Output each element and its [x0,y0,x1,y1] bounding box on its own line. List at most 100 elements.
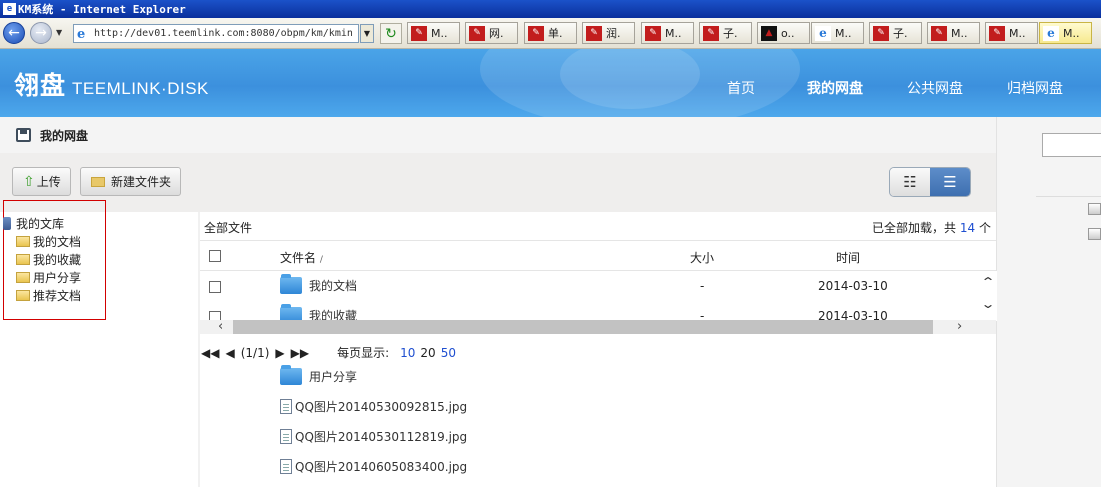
overflow-row[interactable]: QQ图片20140530112819.jpg [200,422,996,452]
column-time[interactable]: 时间 [836,249,860,266]
side-toggle-icon[interactable] [1088,228,1101,240]
table-row[interactable]: 我的收藏 - 2014-03-10 [200,301,996,320]
browser-tab-label: M.. [951,26,968,40]
scroll-left-icon[interactable]: ‹ [218,319,223,334]
folder-icon [280,274,302,294]
browser-tab[interactable]: ✎ 润. [582,22,635,44]
file-name: QQ图片20140605083400.jpg [295,460,468,474]
page-size-option-selected[interactable]: 20 [420,346,435,360]
tree-item-my-docs[interactable]: 我的文档 [16,233,81,250]
address-dropdown-icon[interactable]: ▼ [360,24,374,43]
nav-archive-disk[interactable]: 归档网盘 [1007,78,1063,98]
browser-tab[interactable]: ▲ o.. [757,22,810,44]
ie-icon: e [1043,25,1059,41]
row-checkbox[interactable] [209,281,221,293]
address-bar[interactable]: e http://dev01.teemlink.com:8080/obpm/km… [73,24,359,43]
tree-root[interactable]: 我的文库 [3,215,64,232]
app-logo[interactable]: 翎盘 TEEMLINK·DISK [14,66,209,102]
prev-page-icon[interactable]: ◀ [225,346,234,360]
page-size-option[interactable]: 10 [400,346,415,360]
file-name-cell[interactable]: QQ图片20140530092815.jpg [280,398,467,415]
file-name: 我的文档 [309,279,358,293]
load-status-suffix: 个 [978,221,991,235]
table-row[interactable]: 我的文档 - 2014-03-10 [200,271,996,301]
file-name-cell[interactable]: 我的文档 [280,274,358,294]
browser-tab-label: M.. [1009,26,1026,40]
app-icon: ✎ [645,25,661,41]
column-name[interactable]: 文件名 / [280,249,323,266]
browser-tab[interactable]: ✎ M.. [641,22,694,44]
browser-tab[interactable]: e M.. [811,22,864,44]
browser-tab[interactable]: ✎ 单. [524,22,577,44]
table-header: 文件名 / 大小 时间 [200,240,996,271]
grid-view-icon[interactable]: ☷ [890,168,930,196]
browser-tab[interactable]: ✎ 网. [465,22,518,44]
history-dropdown-icon[interactable]: ▼ [56,28,62,37]
folder-icon [16,290,30,301]
library-icon [3,217,11,230]
page-ie-icon: e [77,27,86,42]
logo-cn: 翎盘 [14,71,67,100]
app-icon: ✎ [469,25,485,41]
upload-button[interactable]: ⇧ 上传 [12,167,71,196]
ie-logo-icon: e [3,3,16,15]
browser-tab[interactable]: e M.. [1039,22,1092,44]
nav-home[interactable]: 首页 [727,78,755,98]
file-count: 14 [959,221,976,235]
browser-tab[interactable]: ✎ 子. [699,22,752,44]
tree-item-favorites[interactable]: 我的收藏 [16,251,81,268]
scroll-down-icon[interactable]: ⌄ [980,297,995,311]
nav-my-disk[interactable]: 我的网盘 [807,78,863,98]
address-text: http://dev01.teemlink.com:8080/obpm/km/k… [94,28,353,39]
overflow-row[interactable]: QQ图片20140605083400.jpg [200,452,996,482]
select-all-checkbox[interactable] [209,250,221,262]
nav-public-disk[interactable]: 公共网盘 [907,78,963,98]
browser-tab[interactable]: ✎ M.. [407,22,460,44]
file-name-cell[interactable]: 用户分享 [280,365,357,385]
browser-tab[interactable]: ✎ 子. [869,22,922,44]
file-name-cell[interactable]: QQ图片20140605083400.jpg [280,458,467,475]
column-size[interactable]: 大小 [690,249,714,266]
side-search-input[interactable] [1042,133,1101,157]
sort-icon: / [319,255,323,265]
tree-item-recommended[interactable]: 推荐文档 [16,287,81,304]
file-time: 2014-03-10 [818,279,888,293]
first-page-icon[interactable]: ◀◀ [201,346,219,360]
ie-icon: e [815,25,831,41]
vertical-scrollbar[interactable]: ⌃ ⌄ [980,271,997,321]
app-icon: ✎ [873,25,889,41]
overflow-row[interactable]: 用户分享 [200,362,996,392]
scroll-up-icon[interactable]: ⌃ [980,275,995,289]
list-view-icon[interactable]: ☰ [930,168,970,196]
browser-tab[interactable]: ✎ M.. [985,22,1038,44]
browser-tab-label: 润. [606,27,621,40]
horizontal-scrollbar[interactable]: ‹ › [200,319,996,334]
per-page-label: 每页显示: [337,346,390,360]
scroll-thumb[interactable] [233,320,933,334]
file-name-cell[interactable]: QQ图片20140530112819.jpg [280,428,467,445]
file-name: QQ图片20140530112819.jpg [295,430,468,444]
overflow-row[interactable]: QQ图片20140530092815.jpg [200,392,996,422]
back-icon[interactable]: ← [3,22,25,44]
scroll-right-icon[interactable]: › [957,319,962,334]
load-status: 已全部加载，共 14 个 [872,219,991,236]
new-folder-button[interactable]: 新建文件夹 [80,167,182,196]
refresh-icon[interactable]: ↻ [380,23,402,44]
disk-icon [16,128,31,142]
window-title: KM系统 - Internet Explorer [18,3,186,16]
tree-item-label: 我的文档 [33,235,82,249]
next-page-icon[interactable]: ▶ [275,346,284,360]
breadcrumb[interactable]: 全部文件 [204,219,252,236]
browser-tab[interactable]: ✎ M.. [927,22,980,44]
file-name: QQ图片20140530092815.jpg [295,400,468,414]
page-size-option[interactable]: 50 [441,346,456,360]
app-icon: ✎ [586,25,602,41]
window-titlebar: e KM系统 - Internet Explorer [0,0,1101,18]
side-toggle-icon[interactable] [1088,203,1101,215]
file-name-cell[interactable]: 我的收藏 [280,304,357,320]
tree-root-label: 我的文库 [16,217,65,231]
tree-item-user-share[interactable]: 用户分享 [16,269,81,286]
app-icon: ✎ [989,25,1005,41]
forward-icon[interactable]: → [30,22,52,44]
last-page-icon[interactable]: ▶▶ [291,346,309,360]
